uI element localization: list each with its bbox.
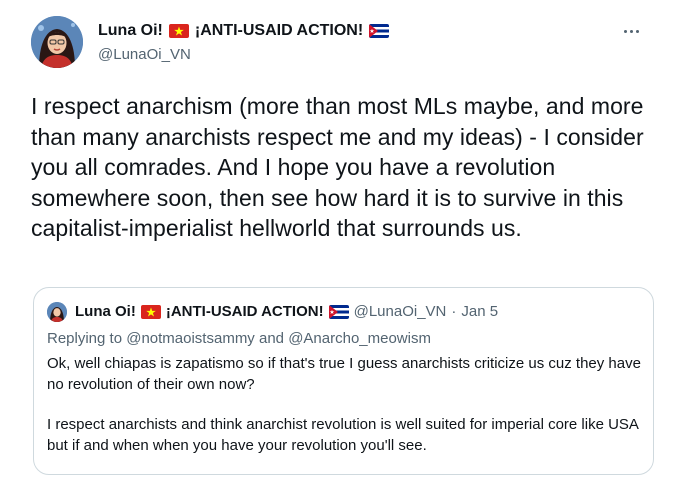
replying-to-label: Replying to (47, 330, 123, 347)
quoted-paragraph-1: Ok, well chiapas is zapatismo so if that… (47, 355, 641, 393)
cuba-flag-icon (369, 24, 390, 38)
quoted-author-name-tag[interactable]: ¡ANTI-USAID ACTION! (166, 302, 324, 322)
meta-separator: · (451, 303, 457, 320)
reply-mention-2[interactable]: @Anarcho_meowism (288, 330, 431, 347)
author-name-tag[interactable]: ¡ANTI-USAID ACTION! (195, 21, 363, 41)
more-options-icon[interactable] (619, 21, 643, 41)
quoted-paragraph-2: I respect anarchists and think anarchist… (47, 416, 639, 454)
avatar-illustration (47, 302, 67, 322)
quoted-tweet-date[interactable]: Jan 5 (461, 302, 498, 322)
replying-to-line: Replying to @notmaoistsammy and @Anarcho… (47, 329, 431, 349)
quoted-header: Luna Oi! ¡ANTI-USAID ACTION! @LunaOi_VN … (75, 302, 498, 322)
author-name-row[interactable]: Luna Oi! ¡ANTI-USAID ACTION! (98, 21, 390, 41)
quoted-tweet[interactable]: Luna Oi! ¡ANTI-USAID ACTION! @LunaOi_VN … (33, 287, 654, 475)
tweet-card: Luna Oi! ¡ANTI-USAID ACTION! @LunaOi_VN … (0, 0, 675, 488)
author-avatar[interactable] (31, 16, 83, 68)
reply-mention-1[interactable]: @notmaoistsammy (126, 330, 255, 347)
reply-and: and (258, 330, 285, 347)
tweet-text: I respect anarchism (more than most MLs … (31, 93, 644, 241)
quoted-author-avatar[interactable] (47, 302, 67, 322)
cuba-flag-icon (328, 305, 349, 319)
author-name[interactable]: Luna Oi! (98, 21, 163, 41)
quoted-tweet-text: Ok, well chiapas is zapatismo so if that… (47, 354, 642, 456)
vietnam-flag-icon (140, 305, 161, 319)
avatar-illustration (31, 16, 83, 68)
author-handle[interactable]: @LunaOi_VN (98, 45, 191, 65)
quoted-author-handle[interactable]: @LunaOi_VN (354, 302, 447, 322)
vietnam-flag-icon (168, 24, 189, 38)
quoted-author-name[interactable]: Luna Oi! (75, 302, 136, 322)
